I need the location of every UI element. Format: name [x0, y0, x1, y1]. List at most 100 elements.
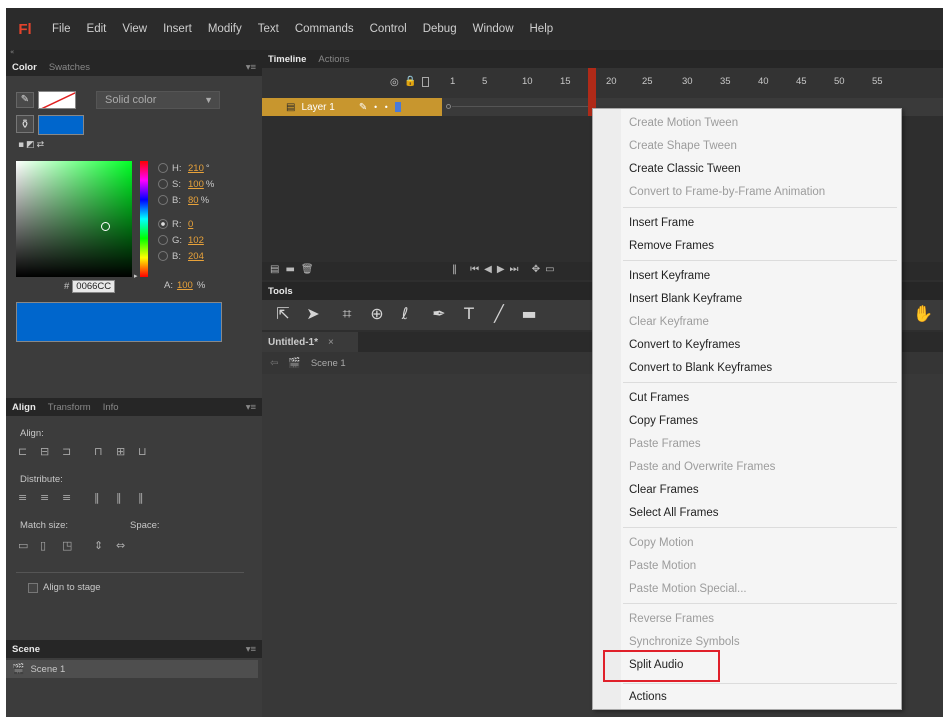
space-vertical-icon[interactable]: ⇕: [94, 540, 108, 552]
tab-color[interactable]: Color: [6, 62, 43, 73]
text-tool-icon[interactable]: T: [458, 303, 480, 325]
menu-item-remove-frames[interactable]: Remove Frames: [629, 236, 714, 256]
distribute-hcenter-icon[interactable]: ‖: [116, 492, 130, 504]
menu-item-insert-blank-keyframe[interactable]: Insert Blank Keyframe: [629, 289, 742, 309]
subselect-tool-icon[interactable]: ⇱: [272, 303, 294, 325]
menu-item-copy-frames[interactable]: Copy Frames: [629, 411, 698, 431]
menu-item-synchronize-symbols[interactable]: Synchronize Symbols: [629, 632, 740, 652]
align-right-icon[interactable]: ⊐: [62, 446, 76, 458]
tab-info[interactable]: Info: [97, 402, 125, 413]
align-bottom-icon[interactable]: ⊔: [138, 446, 152, 458]
radio-r[interactable]: [158, 219, 168, 229]
hex-input[interactable]: 0066CC: [72, 280, 116, 293]
menu-item-clear-keyframe[interactable]: Clear Keyframe: [629, 312, 709, 332]
menu-text[interactable]: Text: [250, 23, 287, 35]
distribute-left-icon[interactable]: ‖: [94, 492, 108, 504]
free-transform-tool-icon[interactable]: ⌗: [336, 303, 358, 325]
menu-item-copy-motion[interactable]: Copy Motion: [629, 533, 694, 553]
playhead[interactable]: [588, 68, 596, 98]
layer-pencil-icon[interactable]: ✎: [359, 102, 367, 113]
scene-panel-menu-icon[interactable]: ▾≡: [246, 644, 256, 655]
menu-item-cut-frames[interactable]: Cut Frames: [629, 388, 689, 408]
menu-item-insert-frame[interactable]: Insert Frame: [629, 213, 694, 233]
tab-tools[interactable]: Tools: [262, 286, 299, 297]
radio-s[interactable]: [158, 179, 168, 189]
outline-icon[interactable]: [422, 77, 429, 87]
lock-icon[interactable]: 🔒: [404, 76, 416, 87]
menu-item-paste-motion[interactable]: Paste Motion: [629, 556, 696, 576]
menu-window[interactable]: Window: [465, 23, 522, 35]
align-left-icon[interactable]: ⊏: [18, 446, 32, 458]
layer-lock-dot[interactable]: •: [384, 103, 389, 112]
align-top-icon[interactable]: ⊓: [94, 446, 108, 458]
3d-rotation-tool-icon[interactable]: ⊕: [366, 303, 388, 325]
tab-transform[interactable]: Transform: [42, 402, 97, 413]
match-height-icon[interactable]: ▯: [40, 540, 54, 552]
menu-item-select-all-frames[interactable]: Select All Frames: [629, 503, 718, 523]
align-hcenter-icon[interactable]: ⊟: [40, 446, 54, 458]
hue-slider[interactable]: [140, 161, 148, 277]
distribute-vcenter-icon[interactable]: ≡: [40, 492, 54, 504]
pen-tool-icon[interactable]: ✒: [428, 303, 450, 325]
menu-item-clear-frames[interactable]: Clear Frames: [629, 480, 699, 500]
menu-item-convert-frame-by-frame[interactable]: Convert to Frame-by-Frame Animation: [629, 182, 825, 202]
tab-swatches[interactable]: Swatches: [43, 62, 96, 73]
radio-b[interactable]: [158, 195, 168, 205]
menu-item-convert-to-keyframes[interactable]: Convert to Keyframes: [629, 335, 740, 355]
line-tool-icon[interactable]: ╱: [488, 303, 510, 325]
playback-controls-icons[interactable]: ‖ ⏮◀▶⏭ ✥▭: [452, 264, 560, 275]
match-both-icon[interactable]: ◳: [62, 540, 76, 552]
radio-h[interactable]: [158, 163, 168, 173]
blue-value[interactable]: 204: [188, 251, 204, 262]
document-close-icon[interactable]: ×: [328, 337, 334, 348]
breadcrumb-scene[interactable]: Scene 1: [311, 358, 346, 369]
menu-file[interactable]: File: [44, 23, 79, 35]
menu-item-create-motion-tween[interactable]: Create Motion Tween: [629, 113, 738, 133]
tab-align[interactable]: Align: [6, 402, 42, 413]
lasso-tool-icon[interactable]: ℓ: [394, 303, 416, 325]
layer-row[interactable]: ▤ Layer 1 ✎ • •: [262, 98, 442, 116]
rectangle-tool-icon[interactable]: ▬: [518, 303, 540, 325]
fill-bucket-icon[interactable]: ⚱: [16, 115, 34, 133]
align-to-stage-checkbox[interactable]: [28, 582, 38, 593]
radio-blue[interactable]: [158, 251, 168, 261]
color-swap-icons[interactable]: ▪◩⇄: [18, 140, 78, 150]
menu-commands[interactable]: Commands: [287, 23, 362, 35]
layer-visible-dot[interactable]: •: [373, 103, 378, 112]
color-type-dropdown[interactable]: Solid color ▼: [96, 91, 220, 109]
menu-debug[interactable]: Debug: [415, 23, 465, 35]
menu-item-paste-overwrite-frames[interactable]: Paste and Overwrite Frames: [629, 457, 775, 477]
s-value[interactable]: 100: [188, 179, 204, 190]
menu-item-reverse-frames[interactable]: Reverse Frames: [629, 609, 714, 629]
back-arrow-icon[interactable]: ⇦: [270, 358, 278, 369]
h-value[interactable]: 210: [188, 163, 204, 174]
menu-item-paste-motion-special[interactable]: Paste Motion Special...: [629, 579, 747, 599]
menu-help[interactable]: Help: [522, 23, 562, 35]
layer-buttons-icons[interactable]: ▤▬🗑: [270, 264, 320, 275]
keyframe-dot[interactable]: [446, 104, 451, 109]
menu-edit[interactable]: Edit: [79, 23, 115, 35]
stroke-color-swatch[interactable]: [38, 91, 76, 109]
layer-outline-swatch[interactable]: [394, 102, 401, 112]
scene-list-item[interactable]: 🎬 Scene 1: [6, 660, 258, 678]
color-field[interactable]: [16, 161, 132, 277]
alpha-value[interactable]: 100: [177, 280, 193, 291]
menu-item-create-shape-tween[interactable]: Create Shape Tween: [629, 136, 737, 156]
layer-name[interactable]: Layer 1: [301, 102, 334, 113]
collapse-icon[interactable]: «: [10, 48, 14, 56]
b-value[interactable]: 80: [188, 195, 199, 206]
distribute-top-icon[interactable]: ≡: [18, 492, 32, 504]
menu-item-paste-frames[interactable]: Paste Frames: [629, 434, 701, 454]
tab-timeline[interactable]: Timeline: [262, 54, 312, 65]
color-picker-cursor[interactable]: [101, 222, 110, 231]
panel-menu-icon[interactable]: ▾≡: [246, 62, 256, 73]
menu-item-actions[interactable]: Actions: [629, 687, 667, 707]
radio-g[interactable]: [158, 235, 168, 245]
distribute-right-icon[interactable]: ‖: [138, 492, 152, 504]
menu-item-insert-keyframe[interactable]: Insert Keyframe: [629, 266, 710, 286]
space-horizontal-icon[interactable]: ⇔: [116, 540, 130, 552]
frame-ruler[interactable]: 1 5 10 15 20 25 30 35 40 45 50 55: [442, 68, 943, 98]
document-tab[interactable]: Untitled-1* ×: [262, 332, 358, 352]
stroke-pencil-icon[interactable]: ✎: [16, 92, 34, 108]
r-value[interactable]: 0: [188, 219, 193, 230]
